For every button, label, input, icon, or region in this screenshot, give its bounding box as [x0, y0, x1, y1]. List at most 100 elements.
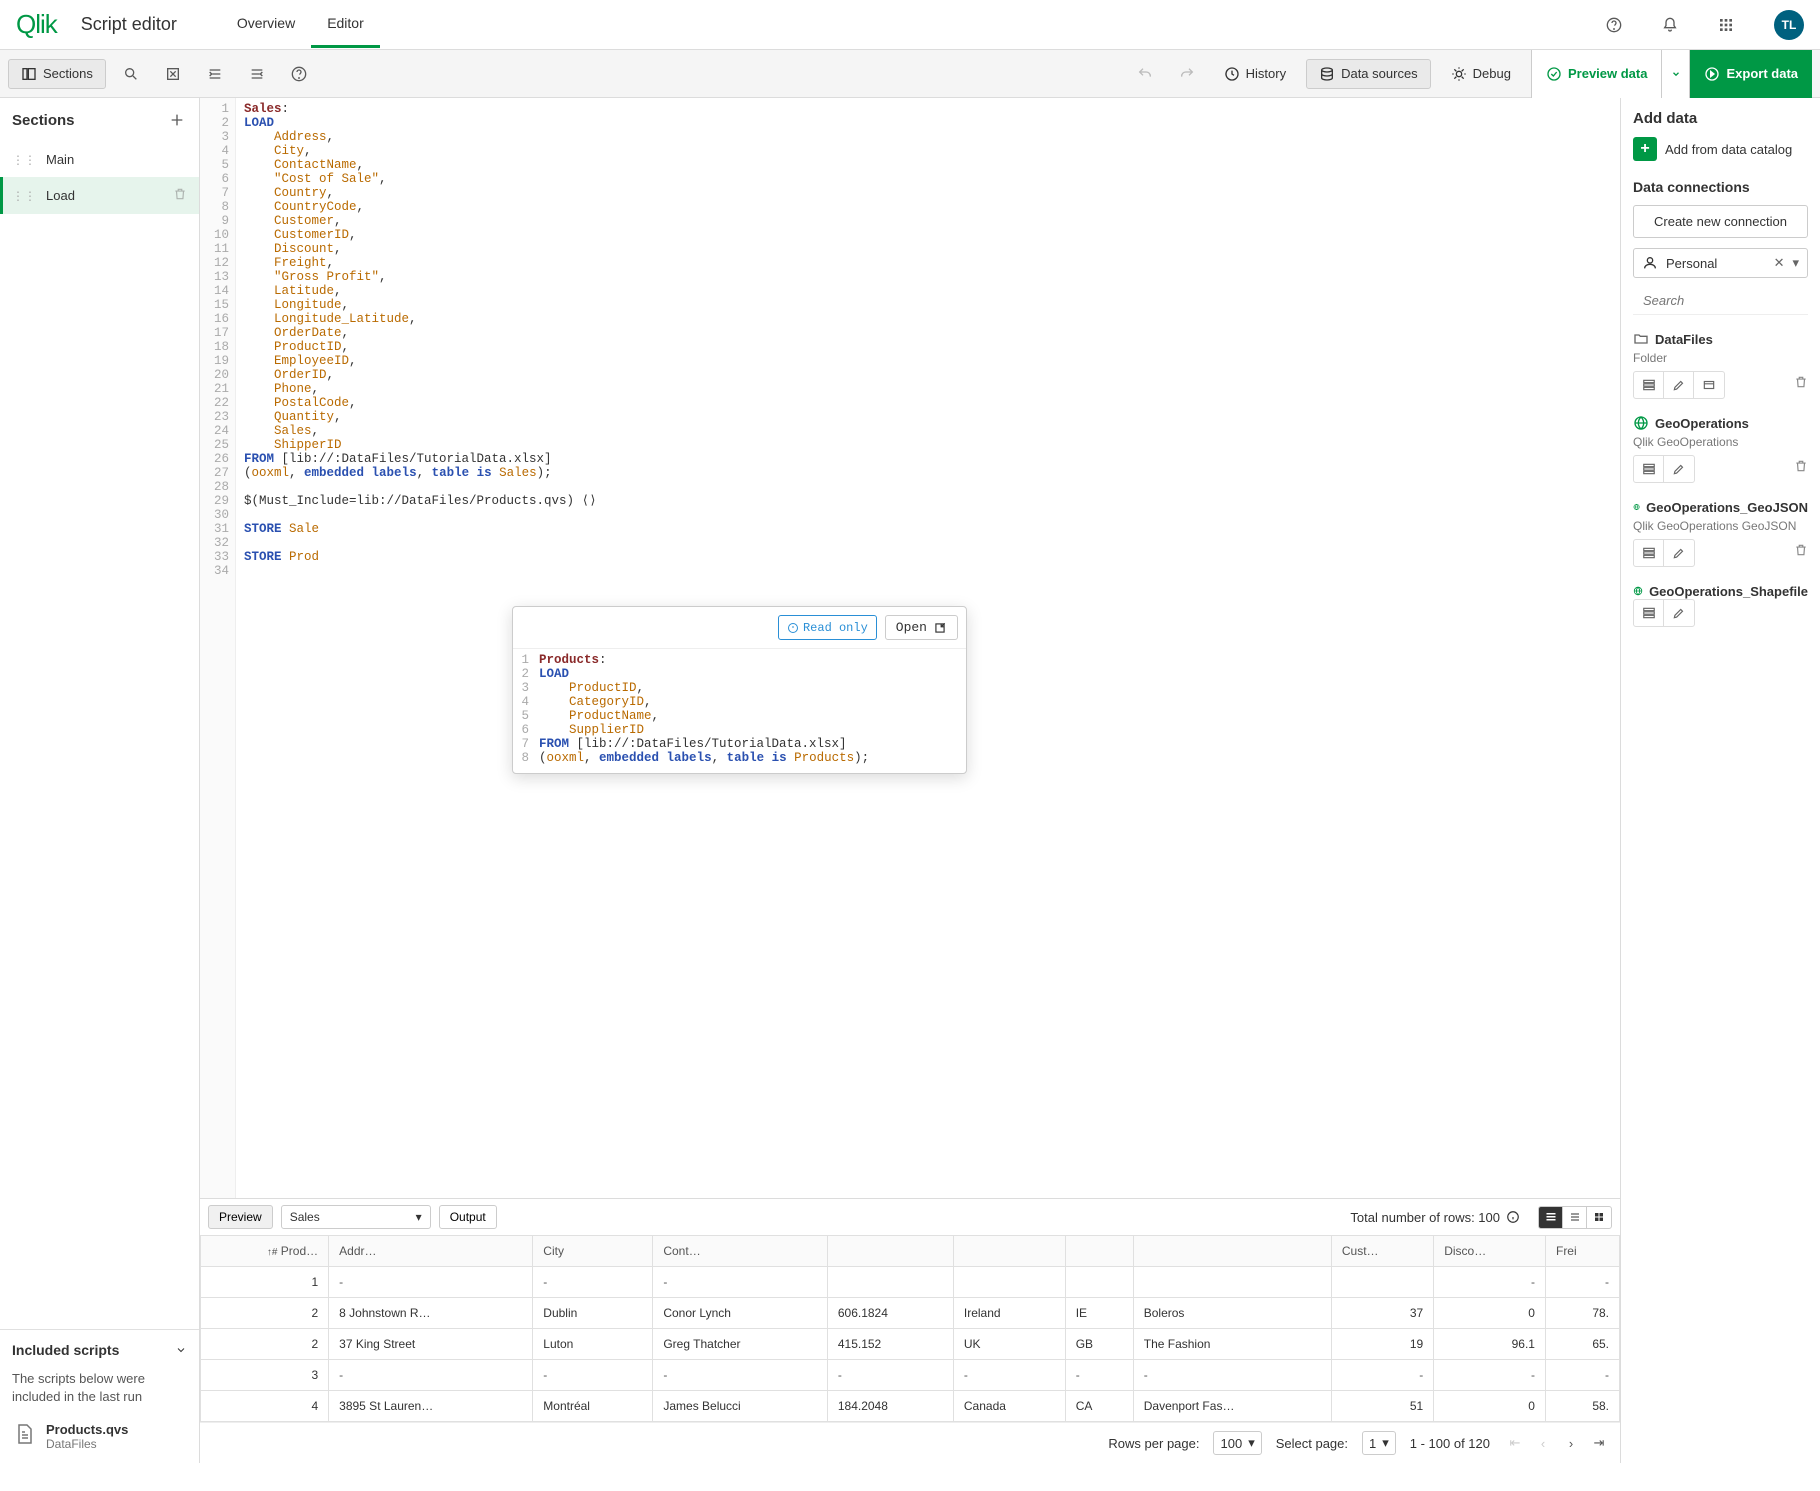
grid-view-icon[interactable] [1587, 1207, 1611, 1228]
editor-toolbar: Sections History Data sources Debug Prev… [0, 50, 1820, 98]
sections-toggle[interactable]: Sections [8, 59, 106, 89]
info-icon[interactable] [1506, 1210, 1520, 1224]
connection-item[interactable]: DataFilesFolder [1633, 323, 1808, 407]
preview-data-button[interactable]: Preview data [1531, 50, 1663, 98]
column-header[interactable] [953, 1236, 1065, 1267]
code-editor[interactable]: 1234567891011121314151617181920212223242… [200, 98, 1620, 1198]
connection-search[interactable] [1633, 286, 1808, 315]
space-filter[interactable]: Personal ✕ ▾ [1633, 248, 1808, 278]
section-item-main[interactable]: ⋮⋮Main [0, 142, 199, 177]
column-header[interactable]: Disco… [1434, 1236, 1546, 1267]
delete-connection-icon[interactable] [1794, 459, 1808, 476]
open-button[interactable]: Open [885, 615, 958, 640]
tab-overview[interactable]: Overview [221, 1, 311, 48]
delete-connection-icon[interactable] [1794, 543, 1808, 560]
column-header[interactable] [1133, 1236, 1331, 1267]
pager-prev-icon[interactable]: ‹ [1532, 1432, 1554, 1454]
column-header[interactable]: Frei [1545, 1236, 1619, 1267]
user-icon [1642, 255, 1658, 271]
view-mode-buttons [1538, 1206, 1612, 1229]
globe-icon [1633, 583, 1643, 599]
avatar[interactable]: TL [1774, 10, 1804, 40]
select-data-icon[interactable] [1634, 540, 1664, 566]
app-title: Script editor [81, 14, 177, 35]
column-header[interactable]: City [533, 1236, 653, 1267]
export-data-button[interactable]: Export data [1690, 50, 1812, 98]
edit-connection-icon[interactable] [1664, 372, 1694, 398]
table-row[interactable]: 43895 St Lauren…MontréalJames Belucci184… [201, 1391, 1620, 1422]
add-section-icon[interactable] [167, 110, 187, 130]
pager-first-icon[interactable]: ⇤ [1504, 1432, 1526, 1454]
clear-filter-icon[interactable]: ✕ [1774, 255, 1785, 271]
readonly-badge: Read only [778, 615, 877, 640]
included-file[interactable]: Products.qvs DataFiles [0, 1416, 199, 1463]
column-header[interactable]: Cont… [653, 1236, 828, 1267]
table-select[interactable]: Sales ▾ [281, 1205, 431, 1229]
tabs: Overview Editor [221, 1, 380, 48]
select-data-icon[interactable] [1634, 600, 1664, 626]
chevron-down-icon[interactable]: ▾ [1792, 255, 1799, 271]
undo-icon[interactable] [1128, 57, 1162, 91]
delete-section-icon[interactable] [173, 187, 187, 204]
table-row[interactable]: 28 Johnstown R…DublinConor Lynch606.1824… [201, 1298, 1620, 1329]
apps-icon[interactable] [1710, 9, 1742, 41]
globe-icon [1633, 415, 1649, 431]
connection-item[interactable]: GeoOperations_Shapefile [1633, 575, 1808, 635]
tab-editor[interactable]: Editor [311, 1, 380, 48]
data-panel: Add data + Add from data catalog Data co… [1620, 98, 1820, 1463]
output-tab-button[interactable]: Output [439, 1205, 497, 1229]
table-row[interactable]: 237 King StreetLutonGreg Thatcher415.152… [201, 1329, 1620, 1360]
connection-item[interactable]: GeoOperations_GeoJSONQlik GeoOperations … [1633, 491, 1808, 575]
sections-panel: Sections ⋮⋮Main⋮⋮Load Included scripts T… [0, 98, 200, 1463]
included-scripts-text: The scripts below were included in the l… [0, 1370, 199, 1416]
select-data-icon[interactable] [1634, 372, 1664, 398]
bell-icon[interactable] [1654, 9, 1686, 41]
column-header[interactable]: Cust… [1331, 1236, 1433, 1267]
preview-export-group: Preview data Export data [1531, 50, 1812, 98]
column-header[interactable]: Addr… [329, 1236, 533, 1267]
pager-last-icon[interactable]: ⇥ [1588, 1432, 1610, 1454]
section-item-load[interactable]: ⋮⋮Load [0, 177, 199, 214]
connection-item[interactable]: GeoOperationsQlik GeoOperations [1633, 407, 1808, 491]
sections-title: Sections [12, 112, 75, 129]
preview-table: ↑# Prod…Addr…CityCont… Cust…Disco…Frei 1-… [200, 1235, 1620, 1422]
column-header[interactable] [827, 1236, 953, 1267]
comment-toggle-icon[interactable] [156, 57, 190, 91]
drag-handle-icon[interactable]: ⋮⋮ [12, 153, 36, 167]
edit-connection-icon[interactable] [1664, 456, 1694, 482]
rows-per-page-select[interactable]: 100 ▾ [1213, 1431, 1261, 1455]
preview-dropdown-icon[interactable] [1662, 50, 1690, 98]
column-header[interactable]: ↑# Prod… [201, 1236, 329, 1267]
edit-connection-icon[interactable] [1664, 600, 1694, 626]
add-from-catalog[interactable]: + Add from data catalog [1633, 137, 1808, 161]
indent-icon[interactable] [198, 57, 232, 91]
column-header[interactable] [1065, 1236, 1133, 1267]
included-scripts-header[interactable]: Included scripts [0, 1329, 199, 1370]
list-view-icon[interactable] [1563, 1207, 1587, 1228]
pager-next-icon[interactable]: › [1560, 1432, 1582, 1454]
delete-connection-icon[interactable] [1794, 375, 1808, 392]
help-tooltip-icon[interactable] [282, 57, 316, 91]
select-page-select[interactable]: 1 ▾ [1362, 1431, 1396, 1455]
datasources-button[interactable]: Data sources [1306, 59, 1431, 89]
create-connection-button[interactable]: Create new connection [1633, 205, 1808, 238]
redo-icon[interactable] [1170, 57, 1204, 91]
globe-icon [1633, 499, 1640, 515]
table-row[interactable]: 3---------- [201, 1360, 1620, 1391]
drag-handle-icon[interactable]: ⋮⋮ [12, 189, 36, 203]
edit-connection-icon[interactable] [1664, 540, 1694, 566]
outdent-icon[interactable] [240, 57, 274, 91]
debug-button[interactable]: Debug [1439, 60, 1523, 88]
more-icon[interactable] [1694, 372, 1724, 398]
preview-tab-button[interactable]: Preview [208, 1205, 273, 1229]
connection-search-input[interactable] [1643, 293, 1820, 308]
table-view-icon[interactable] [1539, 1207, 1563, 1228]
search-icon[interactable] [114, 57, 148, 91]
table-row[interactable]: 1----- [201, 1267, 1620, 1298]
rows-per-page-label: Rows per page: [1108, 1436, 1199, 1451]
preview-panel: Preview Sales ▾ Output Total number of r… [200, 1198, 1620, 1463]
add-data-title: Add data [1633, 110, 1808, 127]
history-button[interactable]: History [1212, 60, 1298, 88]
help-icon[interactable] [1598, 9, 1630, 41]
select-data-icon[interactable] [1634, 456, 1664, 482]
